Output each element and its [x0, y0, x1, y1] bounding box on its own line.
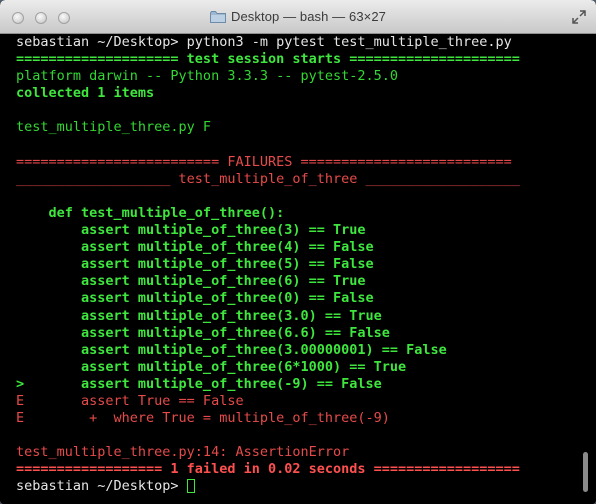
terminal-line: assert multiple_of_three(3.0) == True [16, 308, 520, 325]
terminal-line: sebastian ~/Desktop> python3 -m pytest t… [16, 34, 520, 51]
terminal-line: collected 1 items [16, 85, 520, 102]
terminal-lines: sebastian ~/Desktop> python3 -m pytest t… [16, 34, 520, 496]
terminal-line: def test_multiple_of_three(): [16, 205, 520, 222]
terminal-line-text: assert multiple_of_three(6.6) == False [16, 324, 390, 341]
title-bar[interactable]: Desktop — bash — 63×27 [0, 0, 596, 34]
terminal-line: assert multiple_of_three(6) == True [16, 273, 520, 290]
terminal-line-text: E + where True = multiple_of_three(-9) [16, 410, 390, 427]
terminal-line: assert multiple_of_three(6*1000) == True [16, 359, 520, 376]
terminal-line-text: def test_multiple_of_three(): [16, 204, 285, 221]
terminal-line-text: ========================= FAILURES =====… [16, 153, 512, 170]
terminal-line-text: ___________________ test_multiple_of_thr… [16, 170, 520, 187]
terminal-line: assert multiple_of_three(5) == False [16, 256, 520, 273]
terminal-line: > assert multiple_of_three(-9) == False [16, 376, 520, 393]
terminal-line-text: assert multiple_of_three(6*1000) == True [16, 358, 407, 375]
terminal-line-text: E assert True == False [16, 392, 244, 409]
terminal-line-text: ================== 1 failed in 0.02 seco… [16, 461, 520, 478]
terminal-line: ___________________ test_multiple_of_thr… [16, 171, 520, 188]
terminal-line: assert multiple_of_three(6.6) == False [16, 325, 520, 342]
terminal-line-text: assert multiple_of_three(4) == False [16, 239, 374, 256]
terminal-line: assert multiple_of_three(3.00000001) == … [16, 342, 520, 359]
terminal-window: Desktop — bash — 63×27 sebastian ~/Deskt… [0, 0, 596, 504]
terminal-line-text: sebastian ~/Desktop> [16, 478, 187, 495]
terminal-line: test_multiple_three.py:14: AssertionErro… [16, 444, 520, 461]
window-title-wrap: Desktop — bash — 63×27 [0, 9, 596, 24]
terminal-line-text: assert multiple_of_three(6) == True [16, 273, 366, 290]
terminal-line: platform darwin -- Python 3.3.3 -- pytes… [16, 68, 520, 85]
terminal-line-text: test_multiple_three.py F [16, 119, 212, 136]
terminal-line-text: assert multiple_of_three(0) == False [16, 290, 374, 307]
fullscreen-icon[interactable] [572, 10, 586, 24]
folder-icon [209, 11, 226, 23]
terminal-line: ==================== test session starts… [16, 51, 520, 68]
terminal-output[interactable]: sebastian ~/Desktop> python3 -m pytest t… [0, 34, 596, 504]
terminal-line-text: assert multiple_of_three(3) == True [16, 222, 366, 239]
window-title: Desktop — bash — 63×27 [230, 9, 387, 24]
terminal-line-text: assert multiple_of_three(3.00000001) == … [16, 341, 447, 358]
prompt-line: sebastian ~/Desktop> [16, 478, 520, 495]
text-cursor [186, 479, 195, 494]
terminal-line-text: ==================== test session starts… [16, 51, 520, 68]
scrollbar[interactable] [583, 452, 588, 492]
terminal-line-text: collected 1 items [16, 85, 155, 102]
terminal-line: assert multiple_of_three(4) == False [16, 239, 520, 256]
terminal-line-text: sebastian ~/Desktop> python3 -m pytest t… [16, 34, 512, 50]
terminal-line-text: > assert multiple_of_three(-9) == False [16, 375, 382, 392]
terminal-line: ========================= FAILURES =====… [16, 154, 520, 171]
terminal-line: E assert True == False [16, 393, 520, 410]
terminal-line: assert multiple_of_three(3) == True [16, 222, 520, 239]
terminal-line: ================== 1 failed in 0.02 seco… [16, 461, 520, 478]
terminal-line: test_multiple_three.py F [16, 119, 520, 136]
terminal-line-text: assert multiple_of_three(3.0) == True [16, 307, 382, 324]
terminal-line-text: platform darwin -- Python 3.3.3 -- pytes… [16, 68, 399, 85]
terminal-line: E + where True = multiple_of_three(-9) [16, 410, 520, 427]
terminal-line-text: assert multiple_of_three(5) == False [16, 256, 374, 273]
terminal-line-text: test_multiple_three.py:14: AssertionErro… [16, 444, 350, 461]
terminal-line: assert multiple_of_three(0) == False [16, 290, 520, 307]
